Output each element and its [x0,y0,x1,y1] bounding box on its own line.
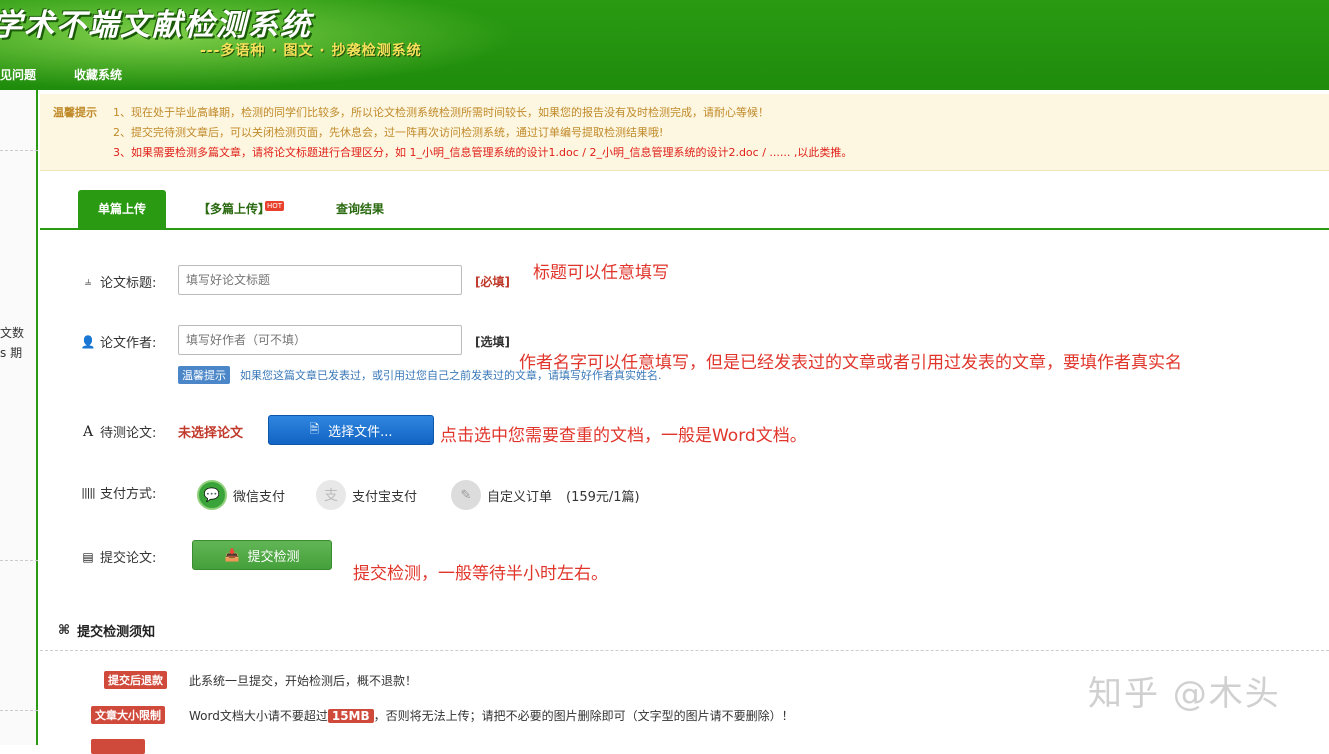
rule-badge: 文章大小限制 [91,706,165,724]
left-rail: 文数 s 期 [0,90,38,745]
rule-badge [91,739,145,754]
notice-line: 3、如果需要检测多篇文章，请将论文标题进行合理区分，如 1_小明_信息管理系统的… [113,146,853,159]
author-label-row: 👤 论文作者: [80,332,157,352]
submit-button-label: 提交检测 [247,549,300,565]
user-icon: 👤 [80,334,96,349]
size-limit-badge: 15MB [327,709,374,723]
watermark: 知乎 @木头 [1088,674,1281,714]
rules-title-row: ⌘ 提交检测须知 [58,621,155,640]
file-status: 未选择论文 [178,426,244,441]
divider [40,650,1329,651]
divider [0,710,38,711]
expand-icon: ⌘ [58,623,71,638]
notice-box: 温馨提示 1、现在处于毕业高峰期，检测的同学们比较多，所以论文检测系统检测所需时… [40,94,1329,171]
inbox-icon: 📥 [224,548,240,562]
wechat-icon: 💬 [197,480,227,510]
pay-option-label: 自定义订单 [487,489,553,505]
divider [0,560,38,561]
submit-label: 提交论文: [100,551,157,566]
rule-text: Word文档大小请不要超过 15MB ，否则将无法上传；请把不必要的图片删除即可（文… [189,707,794,724]
tab-multi-upload[interactable]: 【多篇上传】 [198,190,270,228]
site-subtitle: ---多语种 · 图文 · 抄袭检测系统 [200,43,422,59]
notice-label: 温馨提示 [53,106,97,119]
barcode-icon: ||||| [81,486,96,499]
title-annotation: 标题可以任意填写 [533,263,669,283]
required-tag: [必填] [475,275,510,289]
nav-item-faq[interactable]: 见问题 [0,66,36,83]
submit-annotation: 提交检测，一般等待半小时左右。 [353,564,608,584]
file-label: 待测论文: [100,426,157,441]
notice-line: 2、提交完待测文章后，可以关闭检测页面，先休息会，过一阵再次访问检测系统，通过订… [113,126,664,139]
pay-option-label: 微信支付 [233,489,286,505]
rule-text-post: ，否则将无法上传；请把不必要的图片删除即可（文字型的图片请不要删除）！ [373,709,794,723]
rail-snippet: s 期 [0,346,23,360]
rule-text-pre: Word文档大小请不要超过 [189,709,328,723]
tip-badge: 温馨提示 [178,366,230,384]
rule-text: 此系统一旦提交，开始检测后，概不退款！ [189,674,418,688]
font-icon: A [82,423,94,440]
file-annotation: 点击选中您需要查重的文档，一般是Word文档。 [440,426,807,446]
site-header: 学术不端文献检测系统 ---多语种 · 图文 · 抄袭检测系统 见问题 收藏系统 [0,0,1329,90]
notice-line: 1、现在处于毕业高峰期，检测的同学们比较多，所以论文检测系统检测所需时间较长，如… [113,106,769,119]
price-text: (159元/1篇) [566,489,640,505]
title-label: 论文标题: [100,276,157,291]
hot-badge: HOT [265,201,285,211]
optional-tag: [选填] [475,335,510,349]
heading-icon: ⫨ [84,274,92,288]
rail-snippet: 文数 [0,326,25,340]
alipay-icon: 支 [316,480,346,510]
site-title: 学术不端文献检测系统 [0,8,312,43]
file-label-row: A 待测论文: [80,422,157,442]
top-nav: 见问题 收藏系统 [0,60,160,88]
pay-label-row: ||||| 支付方式: [80,483,156,502]
rules-title: 提交检测须知 [77,625,156,640]
pay-option-label: 支付宝支付 [352,489,418,505]
submit-label-row: ▤ 提交论文: [80,547,157,567]
pay-label: 支付方式: [100,487,157,502]
title-label-row: ⫨ 论文标题: [80,272,157,291]
choose-file-label: 选择文件... [328,424,393,440]
pay-option-alipay[interactable]: 支 支付宝支付 [316,480,417,510]
tip-text: 如果您这篇文章已发表过，或引用过您自己之前发表过的文章，请填写好作者真实姓名. [240,369,662,382]
title-input[interactable] [178,265,462,295]
pay-option-custom[interactable]: ✎ 自定义订单 (159元/1篇) [451,480,640,510]
pencil-icon: ✎ [451,480,481,510]
tab-single-upload[interactable]: 单篇上传 [78,190,166,228]
tab-query-results[interactable]: 查询结果 [336,190,384,228]
author-label: 论文作者: [100,336,157,351]
list-icon: ▤ [82,549,94,564]
upload-tabs: 单篇上传 【多篇上传】 HOT 查询结果 [40,190,1329,230]
rule-badge: 提交后退款 [104,671,167,689]
choose-file-button[interactable]: 🗎 选择文件... [268,415,434,445]
divider [0,150,38,151]
pay-option-wechat[interactable]: 💬 微信支付 [197,480,285,510]
author-input[interactable] [178,325,462,355]
submit-button[interactable]: 📥 提交检测 [192,540,332,570]
file-icon: 🗎 [309,421,320,436]
nav-item-bookmark[interactable]: 收藏系统 [74,66,122,83]
